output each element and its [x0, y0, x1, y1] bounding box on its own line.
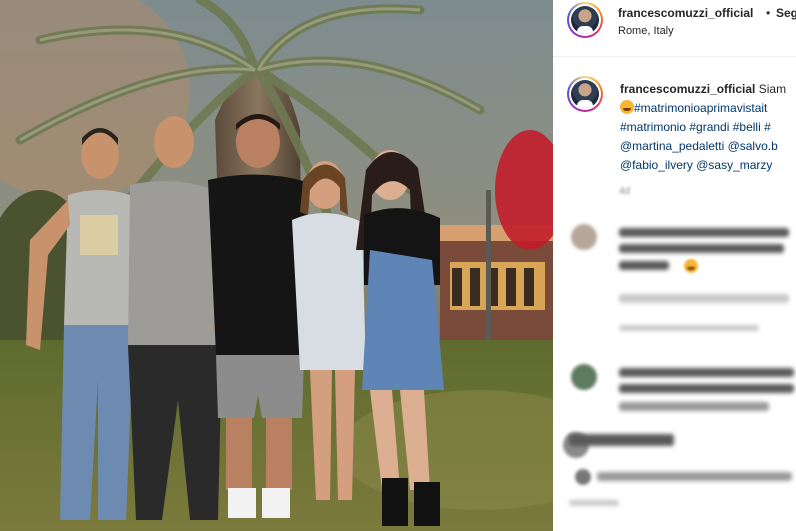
caption-hashtags[interactable]: #matrimonio #grandi #belli #	[620, 118, 796, 137]
follow-button[interactable]: Seg	[776, 6, 796, 20]
caption-timestamp: 4d	[619, 186, 631, 197]
post-caption: francescomuzzi_official Siam #matrimonio…	[620, 80, 796, 175]
comment-text	[619, 368, 796, 418]
header-separator: •	[766, 6, 771, 20]
caption-mentions-2[interactable]: @fabio_ilvery @sasy_marzy	[620, 156, 796, 175]
location-link[interactable]: Rome, Italy	[618, 25, 674, 37]
comment-avatar-icon[interactable]	[571, 364, 597, 390]
comment-meta	[569, 500, 629, 510]
caption-hashtag-line[interactable]: #matrimonioaprimavistait	[634, 101, 767, 115]
view-replies[interactable]	[619, 325, 779, 335]
comment-text	[569, 434, 689, 454]
instagram-post-view: francescomuzzi_official • Seg Rome, Ital…	[0, 0, 796, 531]
caption-text: Siam	[758, 82, 787, 96]
comment-text	[597, 470, 796, 484]
caption-profile-avatar-icon[interactable]	[567, 76, 603, 112]
post-side-panel: francescomuzzi_official • Seg Rome, Ital…	[553, 0, 796, 531]
profile-avatar-icon[interactable]	[567, 2, 603, 38]
grinning-face-emoji-icon	[620, 100, 634, 114]
comment-emoji-icon	[684, 259, 698, 273]
comment-text	[619, 228, 796, 288]
group-photo-image	[0, 0, 553, 531]
caption-mentions-1[interactable]: @martina_pedaletti @salvo.b	[620, 137, 796, 156]
post-header: francescomuzzi_official • Seg Rome, Ital…	[553, 0, 796, 57]
comment-meta	[619, 294, 796, 306]
header-username[interactable]: francescomuzzi_official	[618, 6, 753, 20]
caption-username[interactable]: francescomuzzi_official	[620, 82, 755, 96]
comment-avatar-icon[interactable]	[571, 224, 597, 250]
post-photo[interactable]	[0, 0, 553, 531]
comment-avatar-icon[interactable]	[575, 469, 591, 485]
